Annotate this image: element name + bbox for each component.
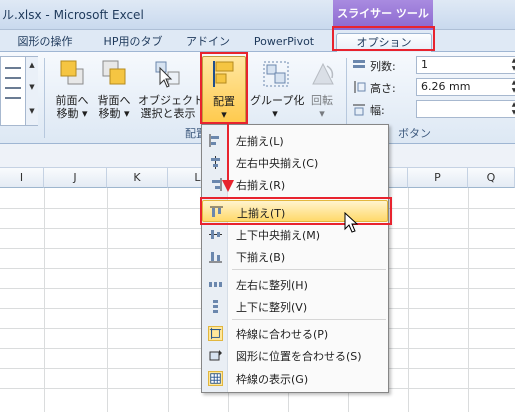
height-icon <box>354 81 366 93</box>
group-icon <box>263 61 289 87</box>
distribute-horizontal-icon <box>209 282 222 287</box>
tab-addins[interactable]: アドイン <box>180 33 236 52</box>
menu-item-label: 右揃え(R) <box>236 179 286 192</box>
gridline <box>468 188 469 412</box>
selection-pane-label: オブジェクトの 選択と表示 <box>138 94 215 120</box>
selection-pane-icon <box>155 61 180 88</box>
scroll-up-icon[interactable]: ▲ <box>26 61 38 69</box>
tab-shape-operations[interactable]: 図形の操作 <box>10 33 80 52</box>
snap-to-shape-icon <box>209 350 222 361</box>
spinner-arrows-icon[interactable]: ▲ ▼ <box>509 57 515 73</box>
menu-item-distribute-horizontally[interactable]: 左右に整列(H) <box>202 273 388 295</box>
menu-item-label: 左右に整列(H) <box>236 279 308 292</box>
context-group-label: スライサー ツール <box>337 7 429 20</box>
column-header-I[interactable]: I <box>0 168 44 188</box>
column-header-J[interactable]: J <box>44 168 107 188</box>
snap-to-grid-icon <box>208 326 223 341</box>
gallery-line <box>5 97 21 99</box>
columns-label: 列数: <box>370 60 396 73</box>
menu-item-label: 下揃え(B) <box>236 251 286 264</box>
tab-powerpivot[interactable]: PowerPivot <box>245 33 323 52</box>
bring-forward-label: 前面へ 移動 ▾ <box>55 94 89 120</box>
gridline <box>107 188 108 412</box>
menu-item-label: 左揃え(L) <box>236 135 284 148</box>
column-header-Q[interactable]: Q <box>468 168 515 188</box>
height-spinner[interactable]: 6.26 mm ▲ ▼ <box>416 78 515 96</box>
annotation-arrow-icon <box>222 124 234 192</box>
spinner-arrows-icon[interactable]: ▲ ▼ <box>509 79 515 95</box>
rotate-label: 回転 ▾ <box>311 94 333 120</box>
ribbon-tab-row: 図形の操作 HP用のタブ アドイン PowerPivot オプション <box>0 30 515 52</box>
gridlines-icon <box>208 371 223 386</box>
width-label: 幅: <box>370 104 385 117</box>
column-header-K[interactable]: K <box>107 168 168 188</box>
send-backward-button[interactable]: 背面へ 移動 ▾ <box>94 56 134 126</box>
bring-forward-button[interactable]: 前面へ 移動 ▾ <box>52 56 92 126</box>
gridline <box>168 188 169 412</box>
width-spinner[interactable]: ▲ ▼ <box>416 100 515 118</box>
menu-item-label: 上下中央揃え(M) <box>236 229 321 242</box>
scroll-down-icon[interactable]: ▼ <box>26 83 38 91</box>
menu-item-align-middle[interactable]: 上下中央揃え(M) <box>202 223 388 245</box>
send-backward-icon <box>102 60 126 85</box>
tab-hp[interactable]: HP用のタブ <box>93 33 173 52</box>
menu-separator <box>232 319 386 320</box>
gallery-more-icon[interactable]: ▼ <box>26 107 38 115</box>
spinner-arrows-icon[interactable]: ▲ ▼ <box>509 101 515 117</box>
annotation-highlight-options-tab <box>332 26 435 51</box>
selection-pane-button[interactable]: オブジェクトの 選択と表示 <box>138 56 215 126</box>
gallery-line <box>5 87 21 89</box>
height-value[interactable]: 6.26 mm <box>421 80 470 93</box>
rotate-button[interactable]: 回転 ▾ <box>302 56 342 126</box>
group-button[interactable]: グループ化 ▾ <box>250 56 305 126</box>
menu-item-label: 左右中央揃え(C) <box>236 157 319 170</box>
rotate-icon <box>312 62 334 85</box>
menu-separator <box>232 269 386 270</box>
gridline <box>44 188 45 412</box>
menu-item-snap-to-shape[interactable]: 図形に位置を合わせる(S) <box>202 344 388 366</box>
menu-item-label: 図形に位置を合わせる(S) <box>236 350 362 363</box>
height-label: 高さ: <box>370 82 396 95</box>
menu-item-align-bottom[interactable]: 下揃え(B) <box>202 245 388 267</box>
align-bottom-icon <box>209 252 222 263</box>
annotation-highlight-align-button <box>200 52 248 124</box>
gallery-line <box>5 67 21 69</box>
group-label: グループ化 ▾ <box>250 94 305 120</box>
annotation-highlight-align-top <box>200 197 392 225</box>
gallery-line <box>5 77 21 79</box>
bring-forward-icon <box>60 60 84 85</box>
columns-icon <box>353 60 365 68</box>
columns-value[interactable]: 1 <box>421 58 428 71</box>
menu-item-view-gridlines[interactable]: 枠線の表示(G) <box>202 367 388 389</box>
send-backward-label: 背面へ 移動 ▾ <box>97 94 131 120</box>
width-icon <box>353 104 365 116</box>
buttons-group-label: ボタン <box>398 127 431 140</box>
columns-spinner[interactable]: 1 ▲ ▼ <box>416 56 515 74</box>
gallery-scrollbar[interactable]: ▲ ▼ ▼ <box>25 57 38 125</box>
slicer-styles-gallery[interactable]: ▲ ▼ ▼ <box>0 56 38 126</box>
menu-item-snap-to-grid[interactable]: 枠線に合わせる(P) <box>202 322 388 344</box>
menu-item-label: 上下に整列(V) <box>236 301 308 314</box>
column-header-P[interactable]: P <box>408 168 468 188</box>
distribute-vertical-icon <box>213 300 218 313</box>
mouse-cursor-icon <box>344 212 359 233</box>
menu-item-label: 枠線に合わせる(P) <box>236 328 329 341</box>
menu-item-distribute-vertically[interactable]: 上下に整列(V) <box>202 295 388 317</box>
title-bar: ル.xlsx - Microsoft Excel スライサー ツール <box>0 0 515 30</box>
window-title: ル.xlsx - Microsoft Excel <box>2 8 144 22</box>
align-middle-icon <box>209 230 222 239</box>
gridline <box>408 188 409 412</box>
group-separator <box>44 58 45 138</box>
menu-item-label: 枠線の表示(G) <box>236 373 309 386</box>
